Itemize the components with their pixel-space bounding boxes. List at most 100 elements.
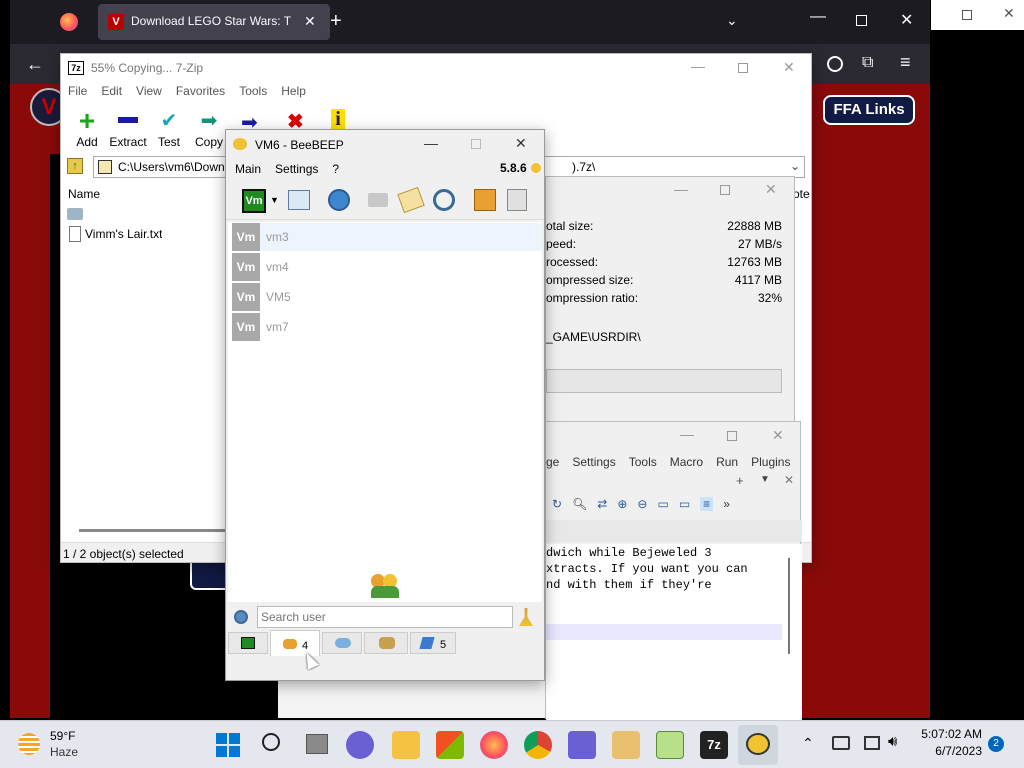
dialog-minimize-button[interactable]: —: [674, 181, 688, 197]
background-close-button[interactable]: ✕: [1003, 5, 1015, 22]
menu-favorites[interactable]: Favorites: [176, 84, 225, 104]
status-dropdown-icon[interactable]: ▼: [270, 195, 279, 205]
notepad-icon[interactable]: [568, 731, 596, 759]
start-windows-icon[interactable]: [216, 733, 240, 757]
bee-menu-main[interactable]: Main: [235, 162, 261, 182]
7zip-maximize-button[interactable]: [738, 63, 748, 73]
sync-v-icon[interactable]: ▭: [657, 497, 668, 511]
user-row[interactable]: Vm vm3: [232, 223, 542, 251]
toolbar-more-icon[interactable]: »: [723, 497, 730, 511]
list-tabs-icon[interactable]: ⌄: [726, 12, 738, 29]
share-files-icon[interactable]: [474, 189, 496, 211]
bee-menu-settings[interactable]: Settings: [275, 162, 318, 182]
clock[interactable]: 5:07:02 AM 6/7/2023: [910, 727, 982, 758]
chrome-icon[interactable]: [524, 731, 552, 759]
weather-widget[interactable]: 59°F Haze: [14, 727, 104, 763]
bee-menu-help[interactable]: ?: [332, 162, 339, 182]
7zip-close-button[interactable]: ✕: [783, 59, 795, 76]
menu-tools[interactable]: Tools: [239, 84, 267, 104]
redo-icon[interactable]: ↻: [552, 497, 562, 511]
firefox-view-icon[interactable]: [60, 13, 78, 31]
npp-menu-run[interactable]: Run: [716, 455, 738, 469]
account-icon[interactable]: [827, 56, 843, 72]
clear-search-icon[interactable]: [519, 608, 533, 626]
my-avatar[interactable]: Vm: [242, 189, 266, 213]
notepadpp-icon[interactable]: [656, 731, 684, 759]
minimize-button[interactable]: —: [810, 8, 826, 26]
file-explorer-icon[interactable]: [392, 731, 420, 759]
image-app-icon[interactable]: [612, 731, 640, 759]
microsoft-store-icon[interactable]: [436, 731, 464, 759]
extensions-icon[interactable]: ⧉: [862, 54, 873, 72]
npp-editor[interactable]: dwich while Bejeweled 3 xtracts. If you …: [546, 544, 802, 720]
tab-files[interactable]: 5: [410, 632, 456, 654]
tools-icon[interactable]: [433, 189, 455, 211]
tab-chats[interactable]: [322, 632, 362, 654]
path-dropdown-icon[interactable]: ⌄: [790, 159, 800, 173]
info-icon[interactable]: i: [331, 109, 345, 129]
file-row-folder[interactable]: [67, 206, 227, 224]
column-header-name[interactable]: Name: [68, 187, 100, 201]
menu-file[interactable]: File: [68, 84, 87, 104]
editor-scrollbar[interactable]: [788, 558, 790, 654]
teams-chat-icon[interactable]: [346, 731, 374, 759]
bee-minimize-button[interactable]: —: [424, 135, 438, 151]
7zip-taskbar-icon[interactable]: 7z: [700, 731, 728, 759]
npp-menu-macro[interactable]: Macro: [670, 455, 703, 469]
npp-menu-language[interactable]: ge: [546, 455, 559, 469]
horizontal-scrollbar[interactable]: [79, 529, 225, 532]
user-row[interactable]: Vm vm4: [232, 253, 542, 281]
network-icon[interactable]: [328, 189, 350, 211]
7zip-minimize-button[interactable]: —: [691, 58, 705, 74]
test-button[interactable]: ✔ Test: [151, 110, 187, 149]
trash-icon[interactable]: [507, 189, 527, 211]
npp-close-doc-icon[interactable]: ✕: [784, 473, 794, 487]
add-button[interactable]: + Add: [67, 107, 107, 150]
menu-help[interactable]: Help: [281, 84, 306, 104]
npp-dropdown-icon[interactable]: ▼: [760, 474, 770, 485]
broadcast-icon[interactable]: [368, 193, 388, 207]
zoom-in-icon[interactable]: ⊕: [617, 497, 627, 511]
ffa-links-button[interactable]: FFA Links: [823, 95, 915, 125]
search-user-input[interactable]: [257, 606, 513, 628]
dialog-maximize-button[interactable]: [720, 185, 730, 195]
user-row[interactable]: Vm vm7: [232, 313, 542, 341]
folder-up-icon[interactable]: ↑: [67, 158, 83, 174]
new-tab-button[interactable]: +: [330, 10, 342, 33]
browser-tab-active[interactable]: V Download LEGO Star Wars: The ✕: [98, 4, 330, 40]
find-icon[interactable]: 🔍︎: [572, 497, 587, 511]
show-hidden-icons[interactable]: ⌃: [802, 735, 814, 752]
menu-edit[interactable]: Edit: [101, 84, 122, 104]
user-row[interactable]: Vm VM5: [232, 283, 542, 311]
npp-close-button[interactable]: ✕: [772, 427, 784, 444]
notification-badge[interactable]: 2: [988, 736, 1004, 752]
dialog-close-button[interactable]: ✕: [765, 181, 777, 198]
close-button[interactable]: ✕: [900, 10, 913, 30]
background-maximize-button[interactable]: [962, 10, 972, 20]
bee-close-button[interactable]: ✕: [515, 135, 527, 152]
task-view-icon[interactable]: [306, 734, 328, 754]
copy-button[interactable]: ➡ Copy: [191, 110, 227, 149]
replace-icon[interactable]: ⇄: [597, 497, 607, 511]
menu-icon[interactable]: ≡: [900, 52, 911, 73]
zoom-out-icon[interactable]: ⊖: [637, 497, 647, 511]
maximize-button[interactable]: [856, 15, 867, 26]
display-icon[interactable]: [864, 736, 880, 750]
npp-menu-tools[interactable]: Tools: [629, 455, 657, 469]
bee-maximize-button[interactable]: [471, 139, 481, 149]
extract-button[interactable]: Extract: [105, 110, 151, 149]
menu-view[interactable]: View: [136, 84, 162, 104]
firefox-icon[interactable]: [480, 731, 508, 759]
tab-chat-home[interactable]: [228, 632, 268, 654]
tab-groups[interactable]: [364, 632, 408, 654]
profile-edit-icon[interactable]: [288, 190, 310, 210]
volume-icon[interactable]: 🔊︎: [888, 733, 897, 750]
npp-maximize-button[interactable]: [727, 431, 737, 441]
search-icon[interactable]: [262, 733, 280, 751]
file-row-txt[interactable]: Vimm's Lair.txt: [67, 226, 227, 244]
npp-plus-icon[interactable]: +: [736, 473, 744, 488]
search-settings-icon[interactable]: [234, 610, 248, 624]
word-wrap-icon[interactable]: ≡: [700, 497, 714, 511]
npp-menu-settings[interactable]: Settings: [572, 455, 615, 469]
sync-h-icon[interactable]: ▭: [679, 497, 690, 511]
